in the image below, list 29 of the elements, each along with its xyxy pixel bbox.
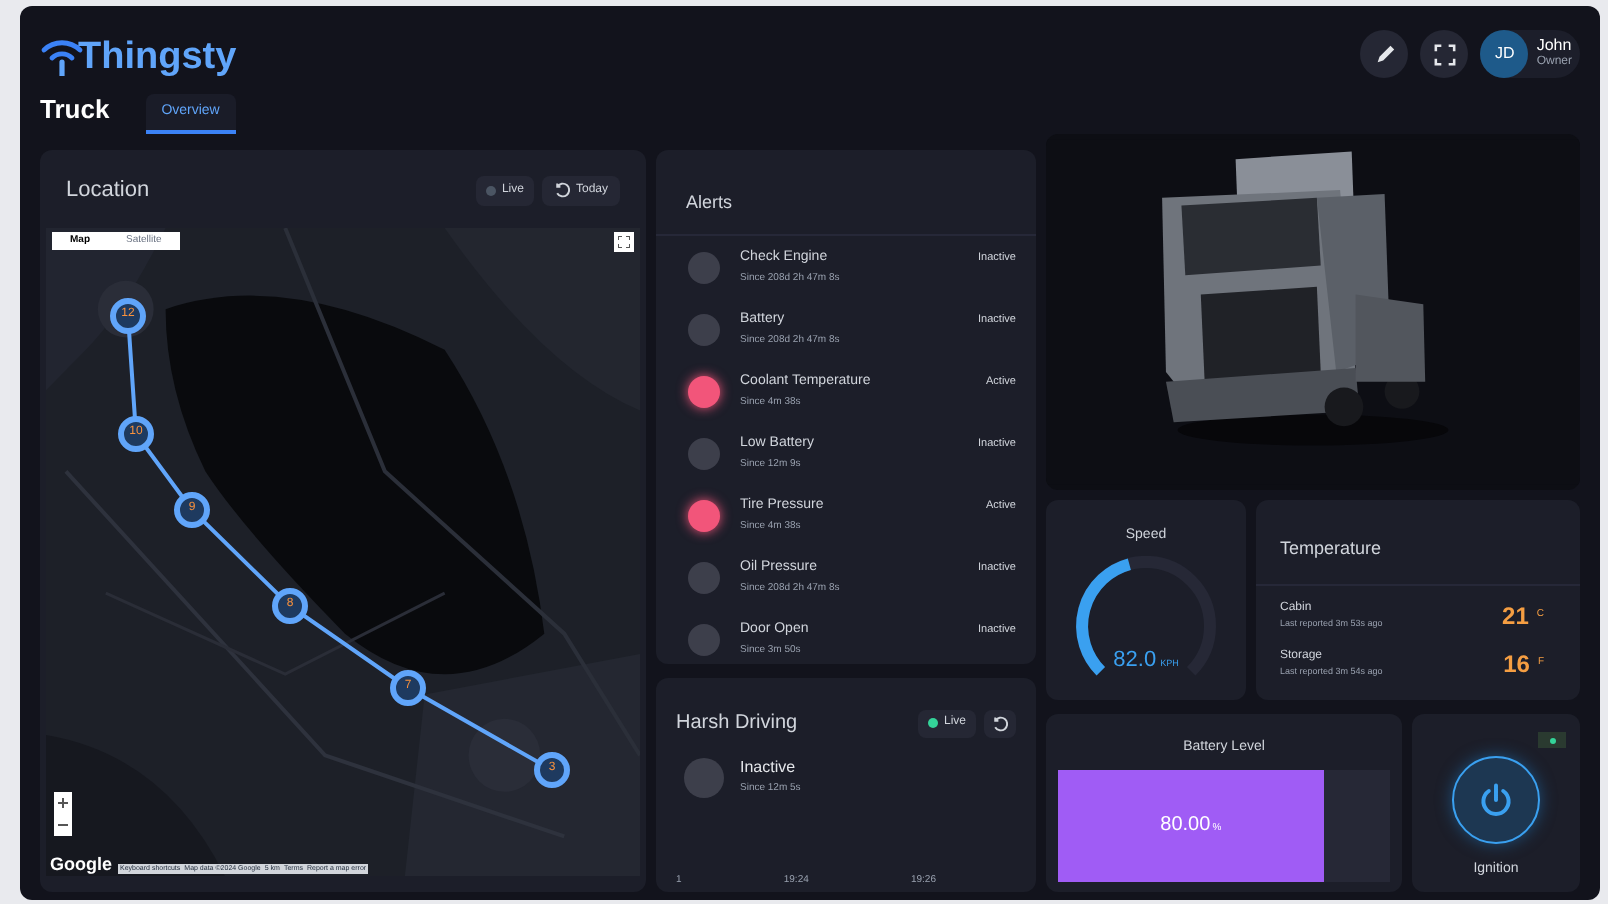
card-title: Location <box>66 176 150 206</box>
power-icon <box>1478 781 1514 817</box>
battery-value: 80.00 <box>1160 812 1211 841</box>
status-label: Inactive <box>740 758 798 778</box>
fullscreen-icon <box>1433 43 1456 65</box>
map-brand: Google <box>50 856 112 874</box>
zoom-control[interactable] <box>54 792 72 836</box>
history-icon <box>992 715 1008 731</box>
history-icon <box>553 182 570 199</box>
ignition-button[interactable] <box>1452 755 1540 843</box>
app-logo: Thingsty <box>78 38 237 76</box>
history-button[interactable] <box>984 709 1016 737</box>
avatar: JD <box>1480 30 1529 78</box>
gauge-track <box>1076 555 1216 675</box>
fullscreen-button[interactable] <box>1420 30 1469 78</box>
fullscreen-icon <box>618 235 630 247</box>
zoom-in-icon[interactable] <box>58 798 68 808</box>
temperature-value: 21 <box>1502 599 1529 633</box>
pencil-icon <box>1373 43 1396 65</box>
zoom-out-icon[interactable] <box>58 820 68 830</box>
card-title: Temperature <box>1256 500 1580 585</box>
card-title: Harsh Driving <box>676 710 798 738</box>
user-name: John <box>1536 36 1572 54</box>
speed-value: 82.0 <box>1113 649 1157 671</box>
page-title: Truck <box>40 91 110 127</box>
card-title: Alerts <box>656 150 1036 235</box>
edit-button[interactable] <box>1360 30 1409 78</box>
map-fullscreen-button[interactable] <box>614 231 634 251</box>
temperature-value: 16 <box>1503 647 1530 681</box>
